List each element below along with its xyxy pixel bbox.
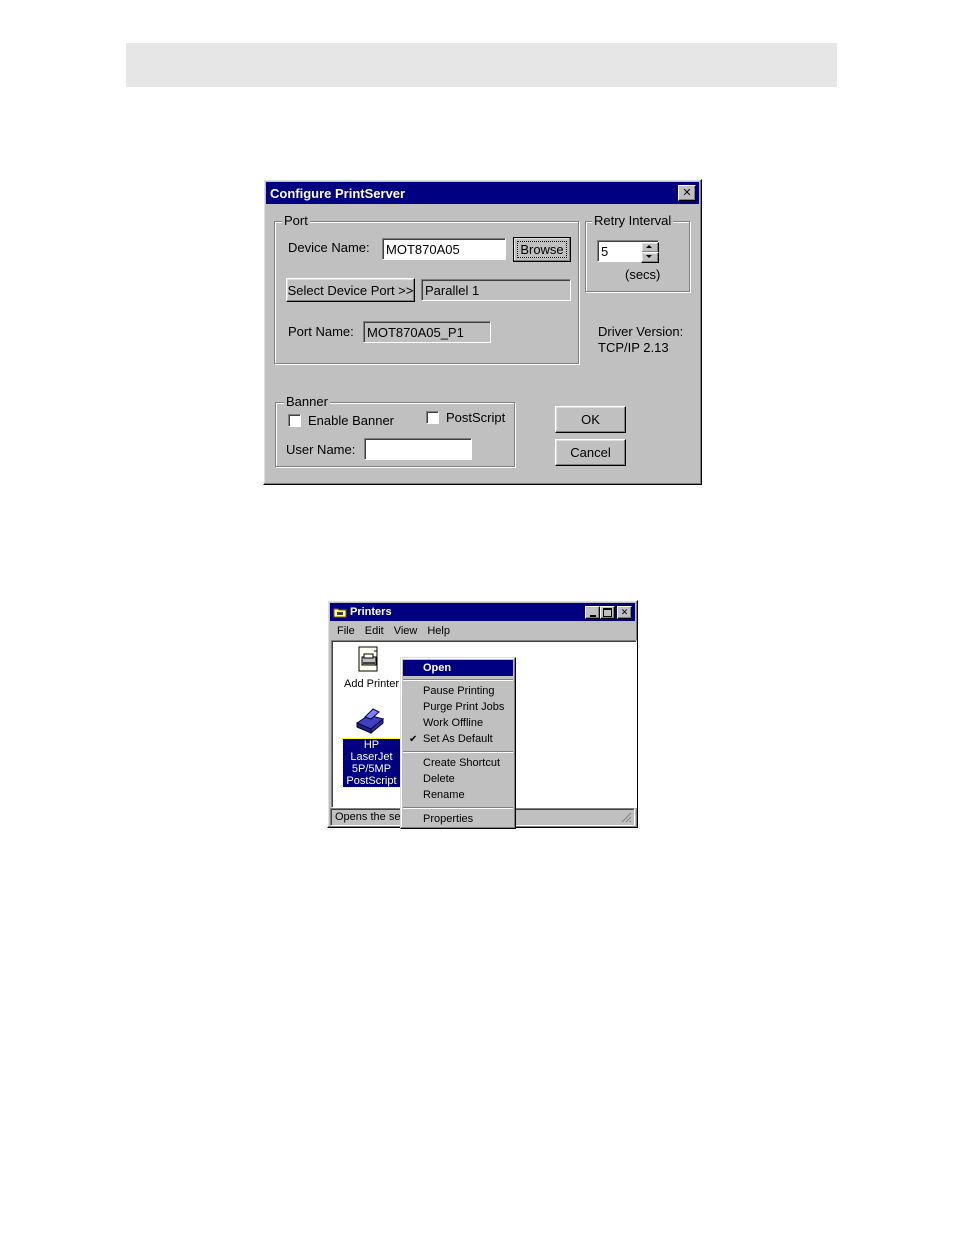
close-button[interactable]: ✕ [678, 185, 696, 201]
dialog-title-bar: Configure PrintServer ✕ [266, 182, 699, 204]
printers-close-button[interactable]: ✕ [617, 605, 632, 619]
dialog-title: Configure PrintServer [270, 185, 406, 201]
ok-button-label: OK [581, 412, 600, 427]
banner-group-label: Banner [284, 394, 330, 409]
port-group-label: Port [282, 213, 310, 228]
add-printer-label[interactable]: Add Printer [344, 678, 399, 690]
user-name-label: User Name: [286, 442, 356, 457]
hp-printer-label[interactable]: HP LaserJet 5P/5MP PostScript [342, 738, 401, 788]
select-device-port-button[interactable]: Select Device Port >> [286, 278, 415, 302]
hp-printer-icon[interactable] [353, 705, 387, 737]
driver-version-value: TCP/IP 2.13 [598, 340, 669, 355]
page-header-bar [126, 43, 837, 87]
printers-title: Printers [350, 606, 392, 618]
device-port-field: Parallel 1 [421, 279, 571, 301]
hp-printer-label-line-3: PostScript [346, 775, 397, 787]
minimize-icon [589, 614, 596, 617]
menu-view[interactable]: View [394, 625, 418, 637]
context-menu-separator [403, 751, 513, 753]
checkmark-icon: ✔ [409, 733, 418, 745]
printers-title-bar: Printers ✕ [330, 603, 635, 621]
spin-up-icon [646, 245, 652, 248]
context-menu-rename[interactable]: Rename [403, 787, 513, 803]
resize-grip-icon[interactable] [620, 811, 632, 823]
postscript-label: PostScript [446, 410, 506, 425]
context-menu-separator [403, 679, 513, 681]
ok-button[interactable]: OK [555, 406, 626, 433]
menu-file[interactable]: File [337, 625, 355, 637]
menu-help[interactable]: Help [427, 625, 450, 637]
port-name-label: Port Name: [288, 324, 354, 339]
context-menu-open[interactable]: Open [403, 660, 513, 676]
user-name-input[interactable] [364, 438, 472, 460]
spin-down-button[interactable] [641, 252, 659, 263]
device-name-value: MOT870A05 [386, 241, 460, 257]
context-menu-pause-printing[interactable]: Pause Printing [403, 683, 513, 699]
device-name-label: Device Name: [288, 240, 370, 255]
hp-printer-icon-graphic [355, 708, 385, 735]
retry-interval-label: Retry Interval [592, 213, 674, 228]
port-name-field: MOT870A05_P1 [363, 321, 491, 343]
maximize-button[interactable] [600, 605, 615, 619]
retry-interval-units: (secs) [625, 267, 661, 282]
context-menu-set-as-default[interactable]: ✔ Set As Default [403, 731, 513, 747]
minimize-button[interactable] [585, 605, 600, 619]
enable-banner-label: Enable Banner [308, 413, 395, 428]
select-device-port-label: Select Device Port >> [287, 282, 414, 298]
device-name-input[interactable]: MOT870A05 [382, 238, 506, 260]
context-menu-delete[interactable]: Delete [403, 771, 513, 787]
maximize-icon [603, 607, 612, 617]
enable-banner-checkbox[interactable] [288, 414, 301, 427]
hp-printer-label-line-1: HP LaserJet [350, 739, 393, 763]
configure-printserver-dialog: Configure PrintServer ✕ Port Device Name… [263, 179, 702, 485]
device-port-value: Parallel 1 [425, 282, 480, 298]
printers-folder-icon [333, 608, 347, 618]
spin-down-icon [646, 255, 652, 258]
postscript-checkbox[interactable] [426, 411, 439, 424]
close-icon: ✕ [682, 186, 692, 199]
context-menu-work-offline[interactable]: Work Offline [403, 715, 513, 731]
printers-window: Printers ✕ File Edit View Help Add Print… [327, 600, 638, 829]
browse-button-label: Browse [517, 241, 567, 258]
retry-interval-value: 5 [601, 243, 609, 259]
status-text: Opens the sele [335, 811, 409, 823]
context-menu-create-shortcut[interactable]: Create Shortcut [403, 755, 513, 771]
add-printer-icon[interactable] [353, 645, 387, 677]
context-menu: Open Pause Printing Purge Print Jobs Wor… [400, 657, 516, 829]
browse-button[interactable]: Browse [513, 237, 571, 262]
menu-edit[interactable]: Edit [365, 625, 384, 637]
set-as-default-label: Set As Default [423, 733, 493, 745]
add-printer-icon-graphic [358, 646, 378, 672]
context-menu-properties[interactable]: Properties [403, 811, 513, 827]
context-menu-separator [403, 807, 513, 809]
port-name-value: MOT870A05_P1 [367, 324, 464, 340]
driver-version-label: Driver Version: [598, 324, 684, 339]
printers-menubar: File Edit View Help [337, 623, 460, 639]
hp-printer-label-line-2: 5P/5MP [351, 763, 392, 775]
printers-close-icon: ✕ [620, 606, 629, 617]
context-menu-purge-print-jobs[interactable]: Purge Print Jobs [403, 699, 513, 715]
cancel-button[interactable]: Cancel [555, 439, 626, 466]
cancel-button-label: Cancel [570, 445, 611, 460]
